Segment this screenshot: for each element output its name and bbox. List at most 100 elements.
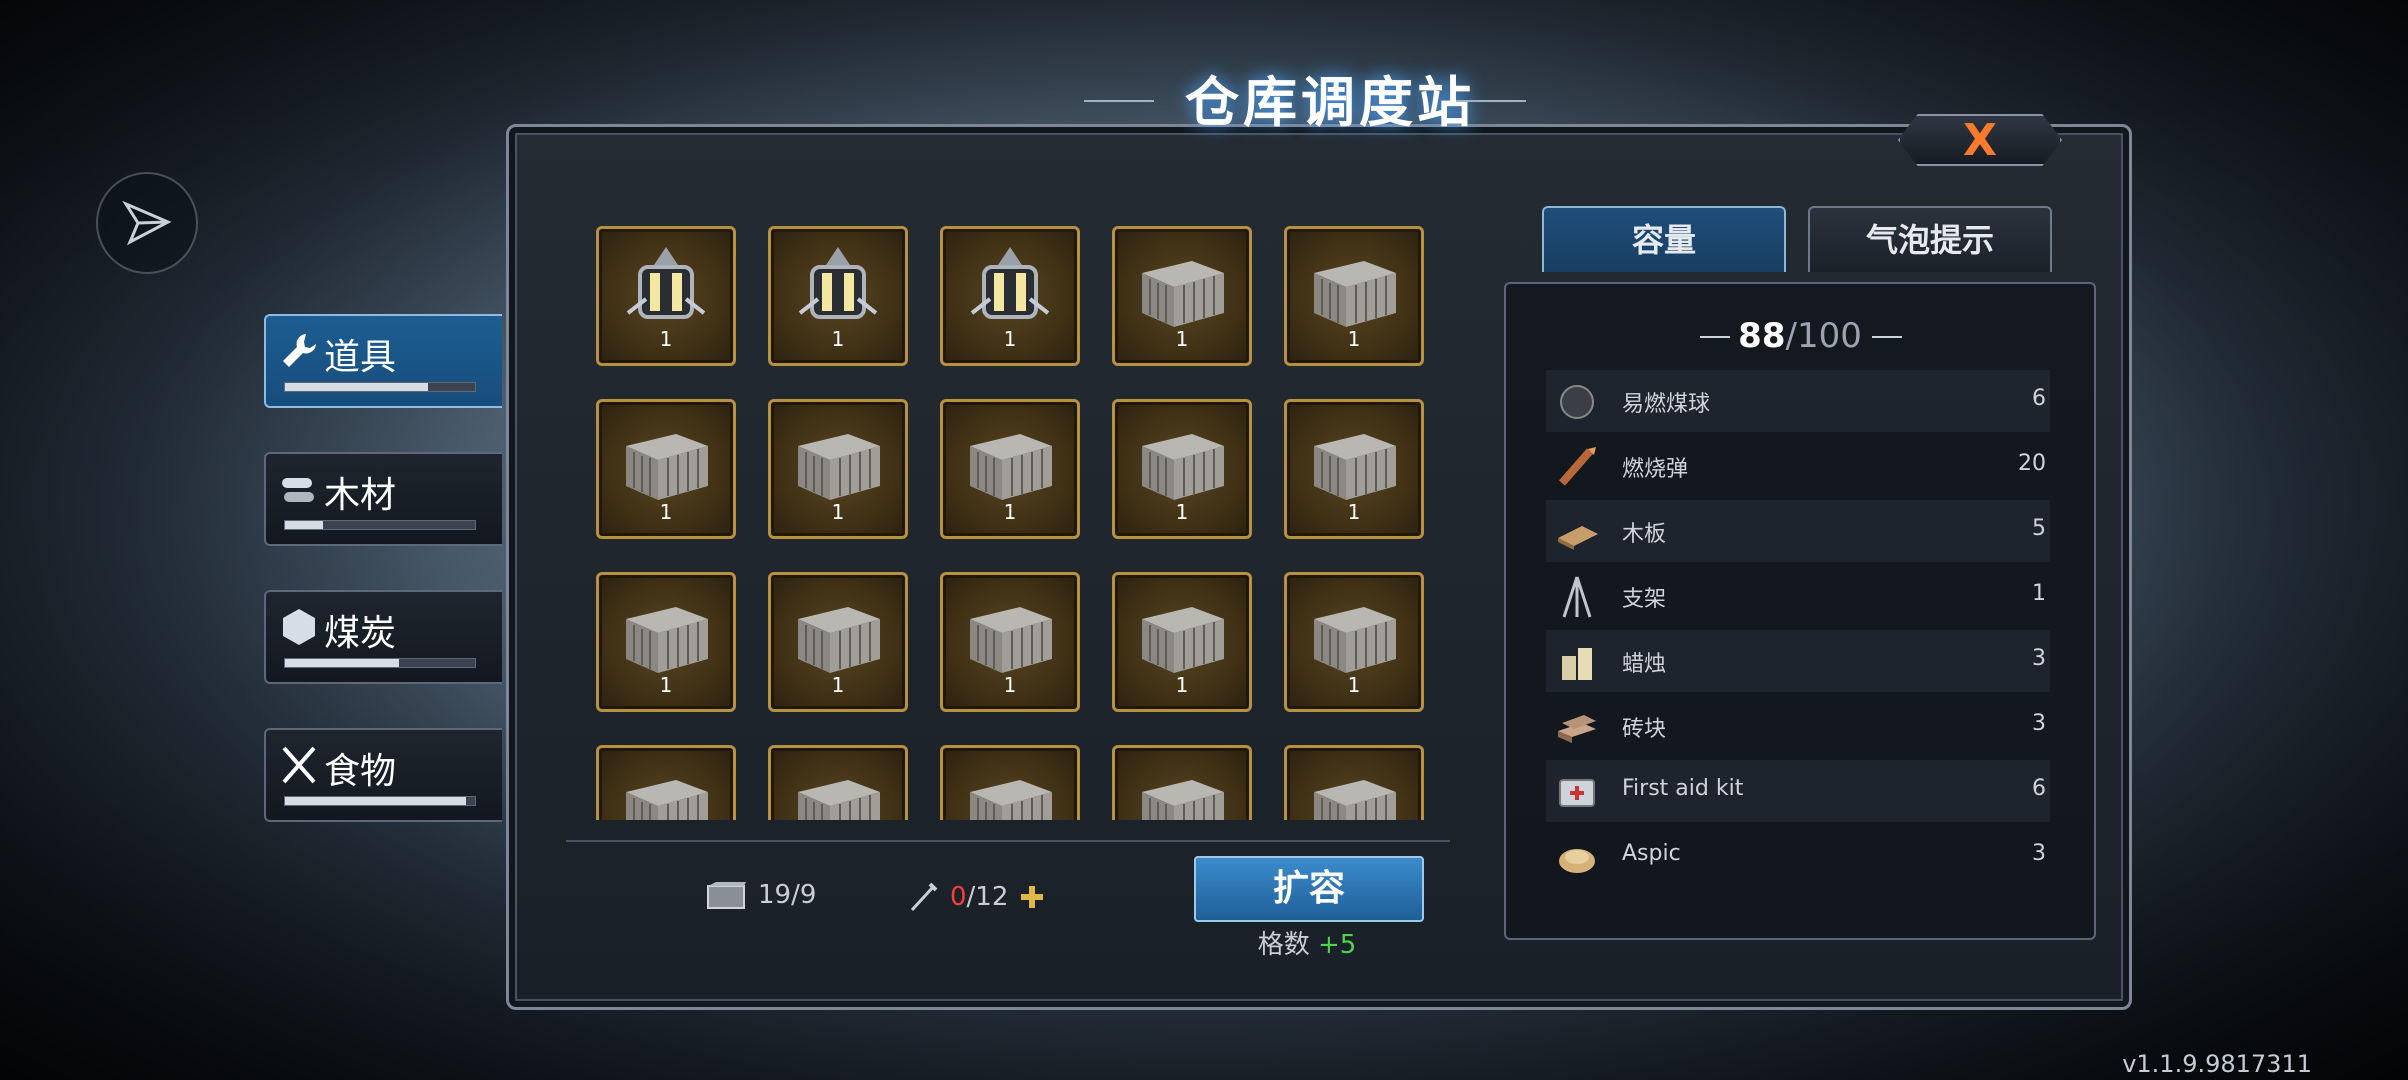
crate-icon [798,780,880,820]
tab-bubble-tips[interactable]: 气泡提示 [1808,206,2052,272]
inventory-slot[interactable]: 1 [596,226,736,366]
slot-quantity: 1 [659,500,673,524]
inventory-slot[interactable] [1284,745,1424,820]
inventory-slot[interactable]: 1 [768,399,908,539]
inventory-slot[interactable] [596,745,736,820]
resource-name: 蜡烛 [1622,652,1667,677]
paper-plane-icon [122,200,172,246]
resource-row: 蜡烛 3 [1546,630,2050,692]
slot-quantity: 1 [831,500,845,524]
cap-ornament-right [1872,336,1902,338]
crate-count: 19/9 [706,880,816,910]
slot-quantity: 1 [1347,500,1361,524]
aspic-icon [1559,849,1595,873]
sidebar-item-food[interactable]: 食物 [264,728,502,822]
slot-quantity: 1 [1175,500,1189,524]
lantern-icon [970,247,1050,319]
resource-count: 20 [2018,451,2046,476]
resource-count: 3 [2032,841,2046,866]
crate-icon [798,434,880,500]
inventory-slot[interactable]: 1 [1284,572,1424,712]
resource-name: Aspic [1622,841,1681,866]
close-button[interactable]: X [1898,114,2062,166]
sidebar-item-label: 食物 [324,751,397,792]
inventory-slot[interactable]: 1 [940,226,1080,366]
resource-row: 燃烧弹 20 [1546,435,2050,497]
crate-icon [970,434,1052,500]
slot-quantity: 1 [1003,327,1017,351]
slot-quantity: 1 [1175,327,1189,351]
crate-icon [1314,607,1396,673]
inventory-grid: 1 1 1 1 1 1 1 1 1 1 1 1 1 1 1 [596,226,1426,820]
expand-button[interactable]: 扩容 [1194,856,1424,922]
resource-count: 5 [2032,516,2046,541]
inventory-slot[interactable]: 1 [768,572,908,712]
sidebar-item-coal[interactable]: 煤炭 [264,590,502,684]
sidebar-item-label: 木材 [324,475,397,516]
capacity-max: /100 [1785,316,1862,356]
crate-icon [626,780,708,820]
slot-quantity: 1 [1003,500,1017,524]
inventory-slot[interactable]: 1 [1112,572,1252,712]
sidebar-item-tools[interactable]: 道具 [264,314,502,408]
inventory-slot[interactable] [768,745,908,820]
crate-icon [1142,780,1224,820]
crate-icon [1142,261,1224,327]
resource-row: 木板 5 [1546,500,2050,562]
inventory-slot[interactable] [940,745,1080,820]
crate-icon [970,607,1052,673]
crate-icon [1142,607,1224,673]
inventory-slot[interactable]: 1 [596,572,736,712]
inventory-slot[interactable] [1112,745,1252,820]
add-icon[interactable] [1018,883,1046,911]
nail-count: 0/12 [906,880,1046,914]
candle-icon [1562,648,1592,680]
slot-quantity: 1 [1347,327,1361,351]
back-button[interactable] [96,172,198,274]
inventory-slot[interactable]: 1 [940,399,1080,539]
capacity-readout: 88/100 [1700,316,1900,356]
lantern-icon [798,247,878,319]
resource-name: 燃烧弹 [1622,457,1689,482]
progress-bar [284,796,476,806]
resource-count: 6 [2032,776,2046,801]
coal-icon [283,609,315,645]
slot-quantity: 1 [831,327,845,351]
slot-bonus-value: +5 [1317,930,1357,960]
inventory-slot[interactable]: 1 [768,226,908,366]
inventory-slot[interactable]: 1 [1112,226,1252,366]
inventory-slot[interactable]: 1 [1112,399,1252,539]
slot-quantity: 1 [1175,673,1189,697]
resource-row: 易燃煤球 6 [1546,370,2050,432]
close-icon: X [1963,114,1997,166]
inventory-slot[interactable]: 1 [596,399,736,539]
crate-icon [1314,780,1396,820]
resource-row: 支架 1 [1546,565,2050,627]
wrench-icon [283,334,316,367]
crate-icon [626,434,708,500]
resource-count: 6 [2032,386,2046,411]
inventory-slot[interactable]: 1 [1284,399,1424,539]
inventory-slot[interactable]: 1 [1284,226,1424,366]
crate-icon [1142,434,1224,500]
resource-name: 木板 [1622,522,1667,547]
progress-bar [284,520,476,530]
resource-name: 支架 [1622,587,1667,612]
tab-capacity[interactable]: 容量 [1542,206,1786,272]
divider [566,840,1450,842]
crate-icon [970,780,1052,820]
sidebar-item-wood[interactable]: 木材 [264,452,502,546]
inventory-slot[interactable]: 1 [940,572,1080,712]
crate-icon [707,882,746,909]
coal-ball-icon [1560,385,1594,419]
resource-name: 易燃煤球 [1622,392,1711,417]
plank-icon [1558,526,1598,550]
slot-quantity: 1 [659,327,673,351]
title-ornament-right [1456,100,1526,102]
capacity-current: 88 [1738,316,1786,356]
progress-bar [284,382,476,392]
progress-bar [284,658,476,668]
page-title: 仓库调度站 [1185,70,1475,134]
logs-icon [282,478,314,502]
crate-icon [1314,434,1396,500]
